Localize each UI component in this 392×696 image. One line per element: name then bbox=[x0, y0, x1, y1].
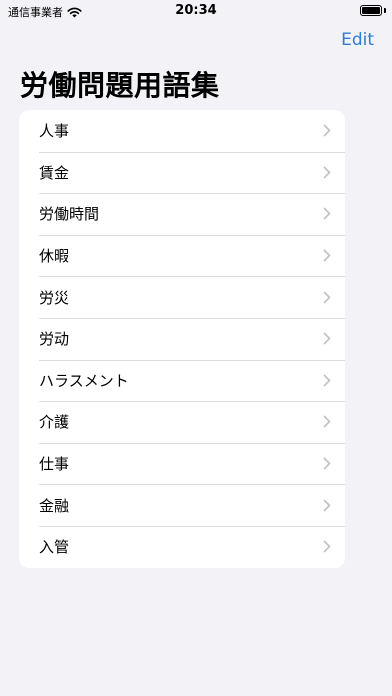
list-item-label: 入管 bbox=[39, 538, 70, 557]
battery-cap bbox=[384, 8, 386, 13]
chevron-right-icon bbox=[323, 499, 331, 512]
list-item-kinyuu[interactable]: 金融 bbox=[19, 484, 345, 526]
chevron-right-icon bbox=[323, 291, 331, 304]
status-time: 20:34 bbox=[175, 3, 217, 18]
chevron-right-icon bbox=[323, 332, 331, 345]
page-title: 労働問題用語集 bbox=[20, 69, 220, 102]
status-bar: 通信事業者 20:34 bbox=[0, 0, 392, 22]
list-item-label: 介護 bbox=[39, 413, 70, 432]
chevron-right-icon bbox=[323, 374, 331, 387]
list-item-kyuuka[interactable]: 休暇 bbox=[19, 234, 345, 277]
list-item-label: 仕事 bbox=[39, 455, 70, 474]
chevron-right-icon bbox=[323, 540, 331, 553]
list-item-rousai[interactable]: 労災 bbox=[19, 276, 345, 318]
list-item-label: 休暇 bbox=[39, 247, 70, 266]
chevron-right-icon bbox=[323, 457, 331, 470]
chevron-right-icon bbox=[323, 166, 331, 179]
list-item-nyuukan[interactable]: 入管 bbox=[19, 525, 345, 568]
list-item-label: 労働時間 bbox=[39, 205, 100, 224]
list-item-jinji[interactable]: 人事 bbox=[19, 110, 345, 152]
list-item-label: 労災 bbox=[39, 288, 70, 307]
list-item-label: 賃金 bbox=[39, 163, 70, 182]
list-item-label: 労动 bbox=[39, 330, 70, 349]
list-item-roudou[interactable]: 労动 bbox=[19, 317, 345, 360]
list-item-chingin[interactable]: 賃金 bbox=[19, 151, 345, 194]
battery-icon bbox=[360, 5, 382, 16]
chevron-right-icon bbox=[323, 249, 331, 262]
list-item-label: 人事 bbox=[39, 122, 70, 141]
chevron-right-icon bbox=[323, 208, 331, 220]
edit-button[interactable]: Edit bbox=[341, 30, 374, 50]
category-list: 人事 賃金 労働時間 休暇 労災 労动 ハラスメント 介護 仕事 金融 入管 bbox=[19, 110, 345, 568]
chevron-right-icon bbox=[323, 416, 331, 428]
list-item-harassment[interactable]: ハラスメント bbox=[19, 359, 345, 402]
list-item-roudou-jikan[interactable]: 労働時間 bbox=[19, 193, 345, 235]
chevron-right-icon bbox=[323, 124, 331, 137]
list-item-label: ハラスメント bbox=[39, 371, 129, 390]
list-item-shigoto[interactable]: 仕事 bbox=[19, 442, 345, 485]
list-item-kaigo[interactable]: 介護 bbox=[19, 401, 345, 443]
list-item-label: 金融 bbox=[39, 496, 70, 515]
